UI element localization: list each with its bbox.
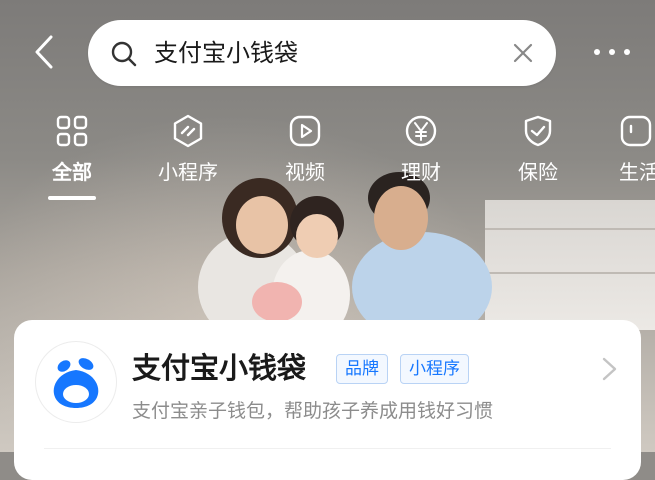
- more-button[interactable]: [594, 40, 630, 64]
- background-shelf: [485, 272, 655, 274]
- tab-label: 生活: [619, 160, 655, 184]
- yuan-icon: [405, 115, 437, 147]
- chevron-left-icon: [35, 35, 53, 69]
- result-card[interactable]: 支付宝小钱袋 品牌 小程序 支付宝亲子钱包，帮助孩子养成用钱好习惯: [14, 320, 641, 480]
- search-icon: [111, 41, 137, 67]
- close-icon[interactable]: [512, 42, 534, 64]
- mini-program-icon: [173, 114, 203, 148]
- active-tab-indicator: [48, 196, 96, 200]
- card-divider: [44, 448, 611, 449]
- background-wall: [485, 200, 655, 330]
- chevron-right-icon[interactable]: [601, 356, 619, 382]
- tab-video[interactable]: 视频: [265, 110, 345, 210]
- more-dots-icon: [609, 49, 615, 55]
- category-tabs: 全部 小程序 视频 理财 保险 生活: [0, 110, 655, 210]
- tab-insurance[interactable]: 保险: [498, 110, 578, 210]
- result-title[interactable]: 支付宝小钱袋: [132, 348, 306, 388]
- search-query-text[interactable]: 支付宝小钱袋: [154, 36, 298, 70]
- more-dots-icon: [624, 49, 630, 55]
- mini-program-tag: 小程序: [400, 354, 469, 384]
- search-input[interactable]: 支付宝小钱袋: [88, 20, 556, 86]
- back-button[interactable]: [26, 32, 62, 72]
- photo-child-face: [296, 214, 338, 258]
- tab-label: 小程序: [158, 160, 218, 184]
- life-icon: [620, 115, 652, 147]
- pouch-logo-icon: [53, 358, 99, 408]
- result-description: 支付宝亲子钱包，帮助孩子养成用钱好习惯: [132, 400, 494, 422]
- tab-wealth[interactable]: 理财: [381, 110, 461, 210]
- tab-label: 视频: [285, 160, 325, 184]
- tab-mini-program[interactable]: 小程序: [148, 110, 228, 210]
- tab-life[interactable]: 生活: [615, 110, 655, 210]
- shield-check-icon: [524, 115, 552, 147]
- tab-label: 全部: [52, 160, 92, 184]
- photo-piggy-bank: [252, 282, 302, 322]
- tab-label: 理财: [401, 160, 441, 184]
- app-logo: [36, 342, 116, 422]
- tab-label: 保险: [518, 160, 558, 184]
- background-shelf: [485, 228, 655, 230]
- brand-tag: 品牌: [336, 354, 388, 384]
- play-icon: [289, 115, 321, 147]
- more-dots-icon: [594, 49, 600, 55]
- grid-icon: [56, 115, 88, 147]
- tab-all[interactable]: 全部: [32, 110, 112, 210]
